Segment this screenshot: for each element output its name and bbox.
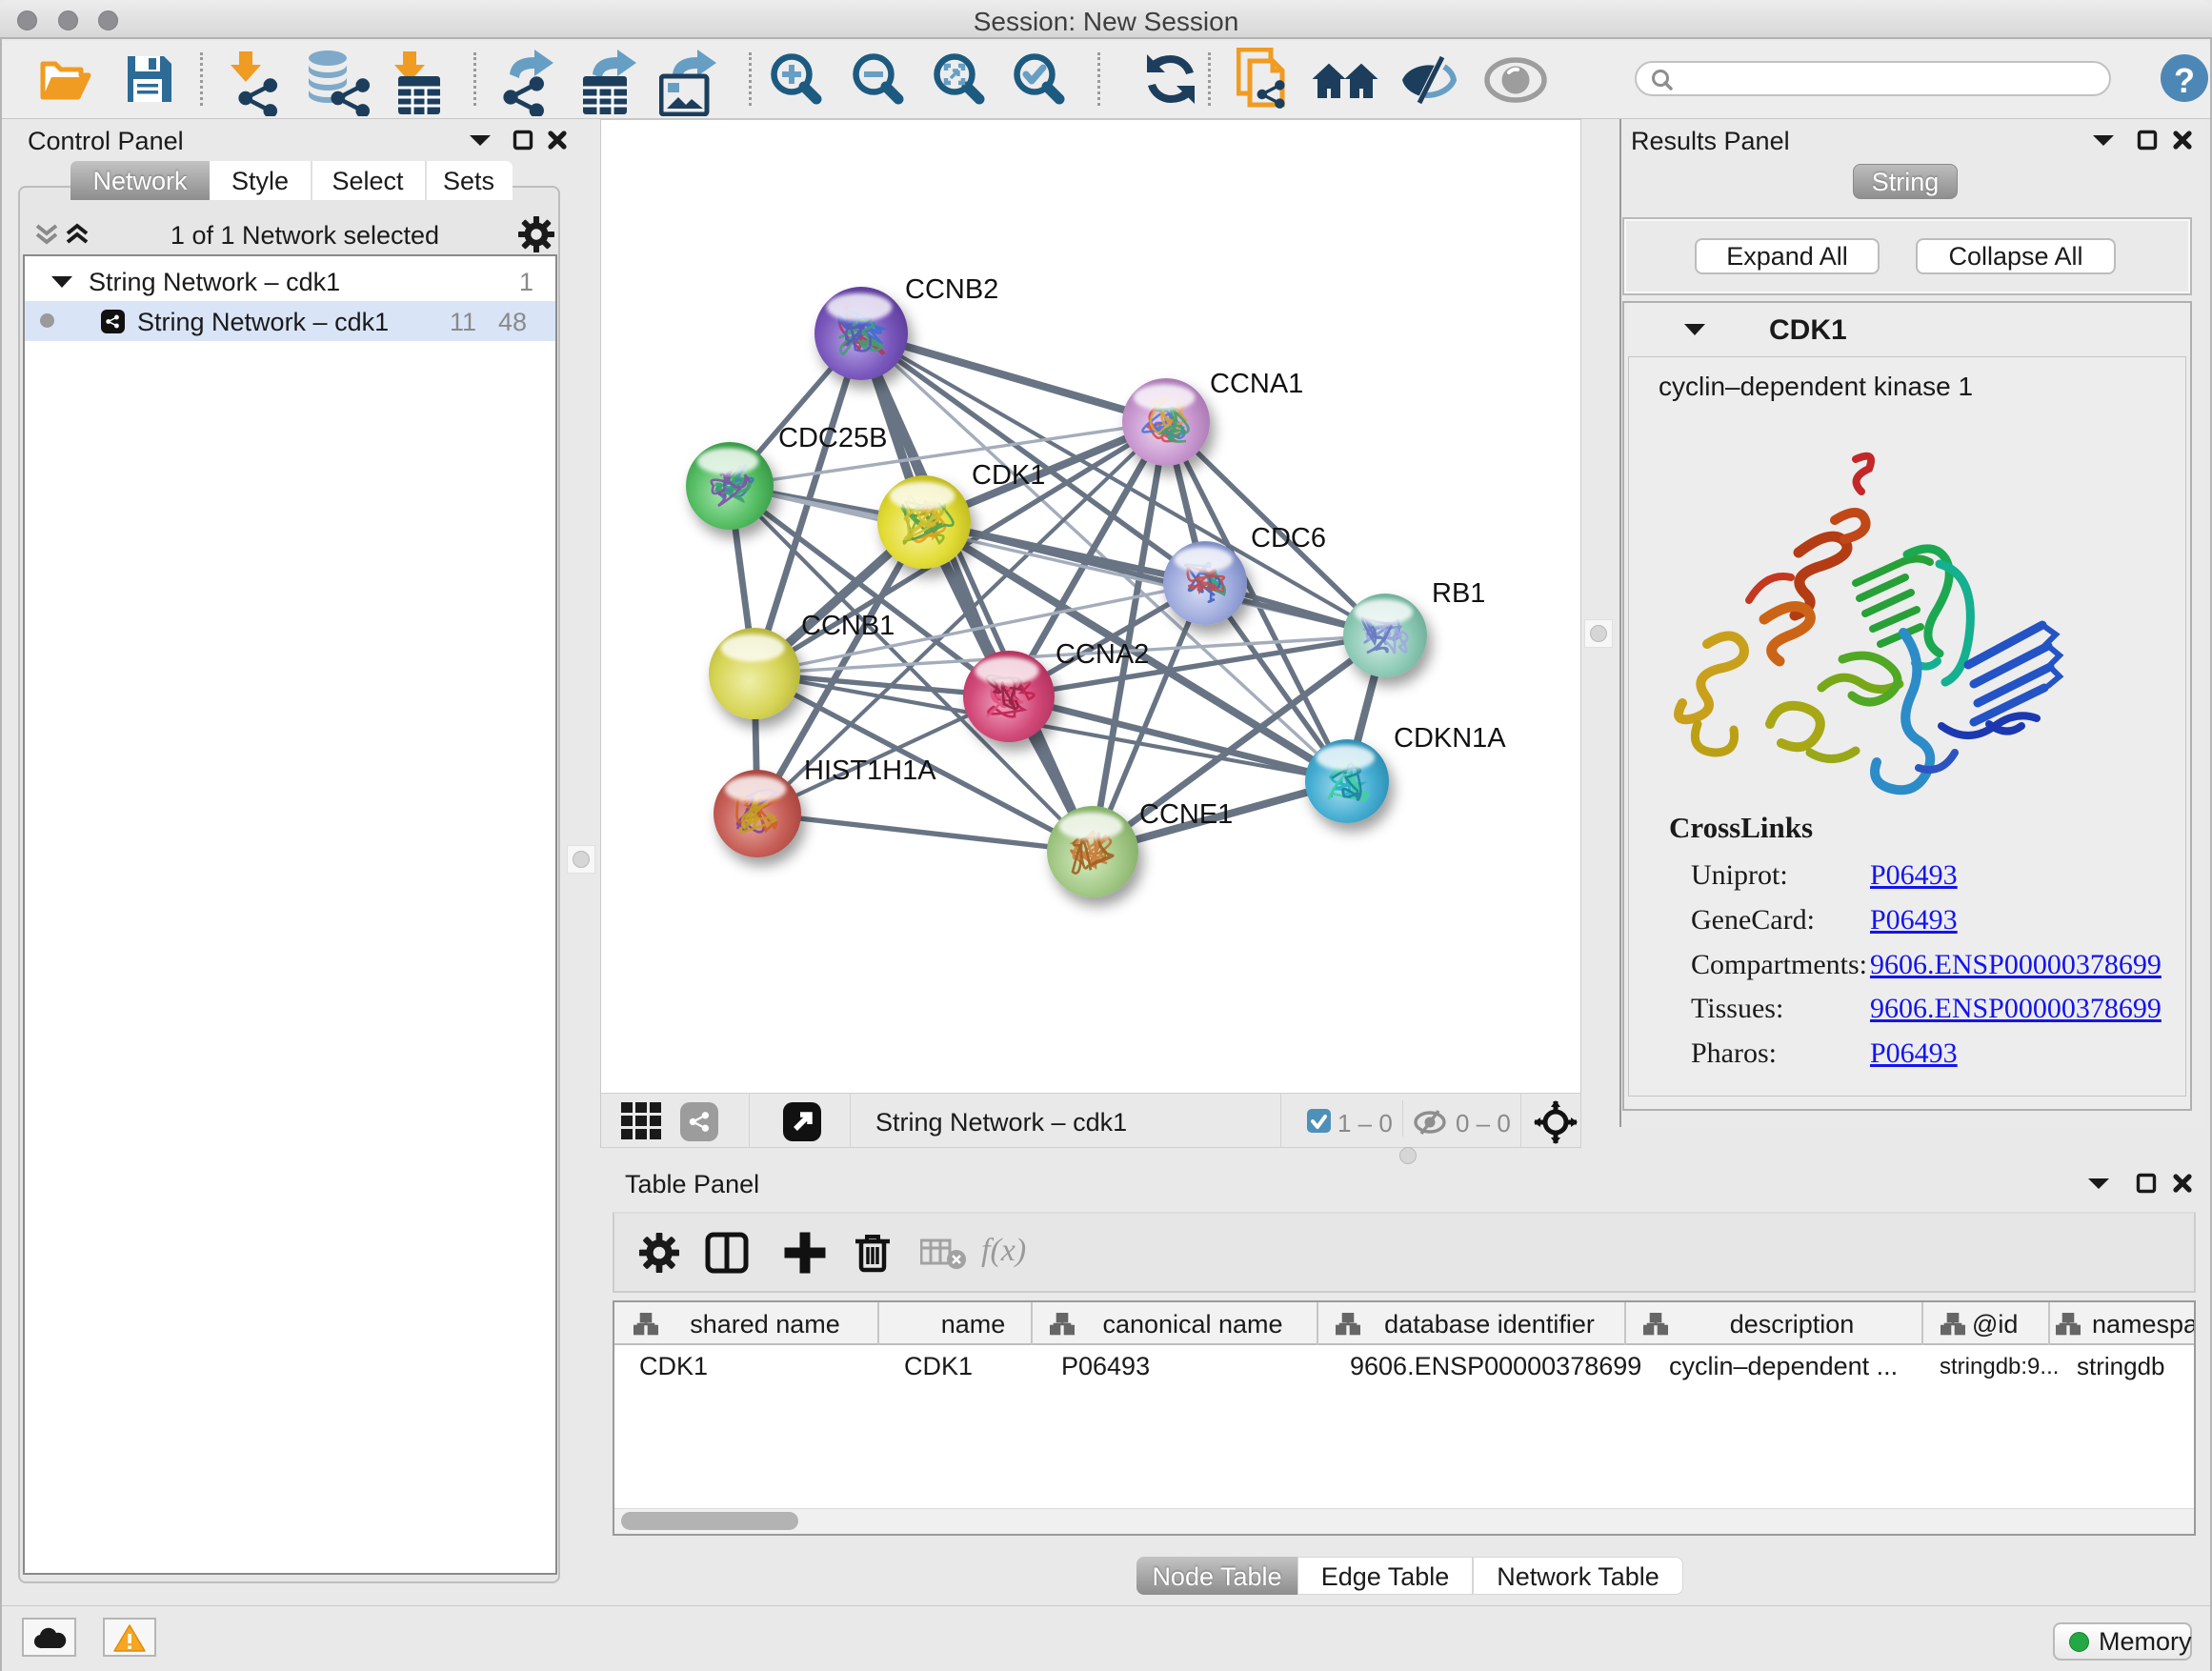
svg-text:CCNB2: CCNB2 xyxy=(905,274,998,305)
svg-text:CCNA2: CCNA2 xyxy=(1056,639,1149,670)
svg-text:CDC6: CDC6 xyxy=(1251,523,1326,554)
svg-text:CDK1: CDK1 xyxy=(972,460,1045,491)
svg-text:HIST1H1A: HIST1H1A xyxy=(804,755,936,786)
svg-text:RB1: RB1 xyxy=(1432,578,1485,609)
svg-text:CCNA1: CCNA1 xyxy=(1210,369,1303,399)
svg-text:CCNB1: CCNB1 xyxy=(801,611,895,641)
svg-text:CDC25B: CDC25B xyxy=(778,423,887,453)
svg-text:CCNE1: CCNE1 xyxy=(1139,799,1233,830)
svg-text:CDKN1A: CDKN1A xyxy=(1394,723,1506,754)
